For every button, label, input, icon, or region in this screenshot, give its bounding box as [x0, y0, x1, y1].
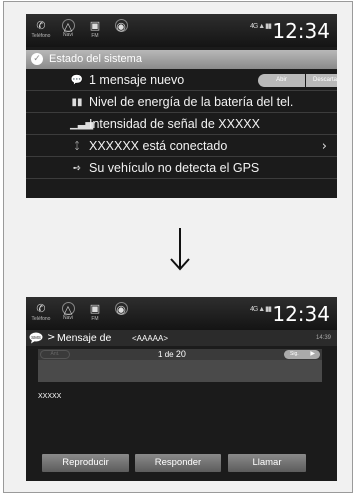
phone-label: Teléfono: [31, 33, 51, 39]
notification-row-message[interactable]: 💬 1 mensaje nuevo Abir Descartar: [26, 70, 337, 91]
bluetooth-icon: ᛨ: [74, 141, 80, 152]
dismiss-button[interactable]: Descartar: [306, 74, 337, 87]
status-bar: ✆ Teléfono △ Navi ▣ FM ◉ 4G ▲ ▮▮ 12:34: [26, 297, 337, 330]
notification-row-bluetooth[interactable]: ᛨ XXXXXX está conectado ›: [26, 136, 337, 157]
signal-strength-icon: ▁▃▅: [70, 119, 94, 130]
message-header: SMS > Mensaje de <AAAAA> 14:39: [26, 330, 337, 346]
signal-indicator: 4G ▲ ▮▮: [250, 306, 272, 313]
notification-text: XXXXXX está conectado: [89, 139, 228, 153]
sender-name: <AAAAA>: [132, 334, 169, 343]
fm-button[interactable]: ▣ FM: [84, 19, 106, 43]
play-button[interactable]: Reproducir: [42, 454, 129, 472]
notification-row-battery[interactable]: ▮▮ Nivel de energía de la batería del te…: [26, 92, 337, 113]
phone-button[interactable]: ✆ Teléfono: [30, 302, 52, 326]
phone-label: Teléfono: [31, 316, 51, 322]
message-subject-area: [38, 360, 322, 382]
app-button[interactable]: ◉: [110, 19, 132, 43]
message-body: XXXXX: [38, 393, 62, 400]
open-button[interactable]: Abir: [258, 74, 305, 87]
play-triangle-icon: ▶: [310, 351, 315, 357]
radio-icon: ▣: [89, 19, 101, 32]
page-total: 20: [175, 349, 186, 359]
navi-button[interactable]: △ Navi: [57, 19, 79, 43]
svg-text:SMS: SMS: [31, 335, 41, 340]
radio-icon: ▣: [89, 302, 101, 315]
message-action-bar: Reproducir Responder Llamar: [26, 454, 337, 474]
battery-icon: ▮▮: [71, 97, 83, 108]
phone-button[interactable]: ✆ Teléfono: [30, 19, 52, 43]
compass-icon: △: [61, 19, 75, 33]
next-label: Sig.: [290, 351, 299, 357]
notification-text: Intensidad de señal de XXXXX: [89, 117, 260, 131]
status-bar: ✆ Teléfono △ Navi ▣ FM ◉ 4G ▲ ▮▮ 12:34: [26, 14, 337, 47]
page-indicator: 1 de 20: [158, 349, 186, 360]
message-pager: Ant. 1 de 20 Sig. ▶: [38, 349, 322, 360]
notification-text: Su vehículo no detecta el GPS: [89, 161, 260, 175]
navi-button[interactable]: △ Navi: [57, 302, 79, 326]
navi-label: Navi: [62, 32, 73, 38]
app-button[interactable]: ◉: [110, 302, 132, 326]
system-status-screen: ✆ Teléfono △ Navi ▣ FM ◉ 4G ▲ ▮▮ 12:34 ✓…: [26, 14, 337, 198]
notification-row-gps[interactable]: ➺ Su vehículo no detecta el GPS: [26, 158, 337, 179]
sms-bubble-icon: SMS: [29, 332, 43, 344]
system-status-header: ✓ Estado del sistema: [26, 50, 337, 69]
down-arrow-icon: [170, 228, 190, 271]
next-button[interactable]: Sig. ▶: [284, 350, 320, 359]
reply-button[interactable]: Responder: [135, 454, 221, 472]
clock: 12:34: [272, 302, 330, 326]
fm-button[interactable]: ▣ FM: [84, 302, 106, 326]
fm-label: FM: [91, 316, 99, 322]
chevron-right-icon: ›: [321, 139, 327, 154]
system-status-title: Estado del sistema: [49, 53, 142, 65]
compass-icon: △: [61, 302, 75, 316]
notification-text: Nivel de energía de la batería del tel.: [89, 95, 294, 109]
phone-icon: ✆: [36, 302, 46, 315]
notification-row-signal[interactable]: ▁▃▅ Intensidad de señal de XXXXX: [26, 114, 337, 135]
message-time: 14:39: [315, 335, 331, 341]
clock: 12:34: [272, 19, 330, 43]
page-current: 1: [158, 350, 163, 359]
previous-button[interactable]: Ant.: [40, 350, 70, 359]
audio-source-icon: ◉: [114, 19, 128, 33]
signal-indicator: 4G ▲ ▮▮: [250, 23, 272, 30]
navi-label: Navi: [62, 315, 73, 321]
call-button[interactable]: Llamar: [228, 454, 306, 472]
page-of-label: de: [164, 350, 174, 359]
message-bubble-icon: 💬: [70, 75, 84, 86]
gps-icon: ➺: [72, 163, 82, 174]
audio-source-icon: ◉: [114, 302, 128, 316]
notification-text: 1 mensaje nuevo: [89, 73, 185, 87]
message-screen: ✆ Teléfono △ Navi ▣ FM ◉ 4G ▲ ▮▮ 12:34 S…: [26, 297, 337, 481]
message-from-label: Mensaje de: [57, 332, 112, 344]
checkmark-icon: ✓: [31, 53, 43, 65]
phone-icon: ✆: [36, 19, 46, 32]
breadcrumb-separator: >: [47, 332, 56, 343]
fm-label: FM: [91, 33, 99, 39]
